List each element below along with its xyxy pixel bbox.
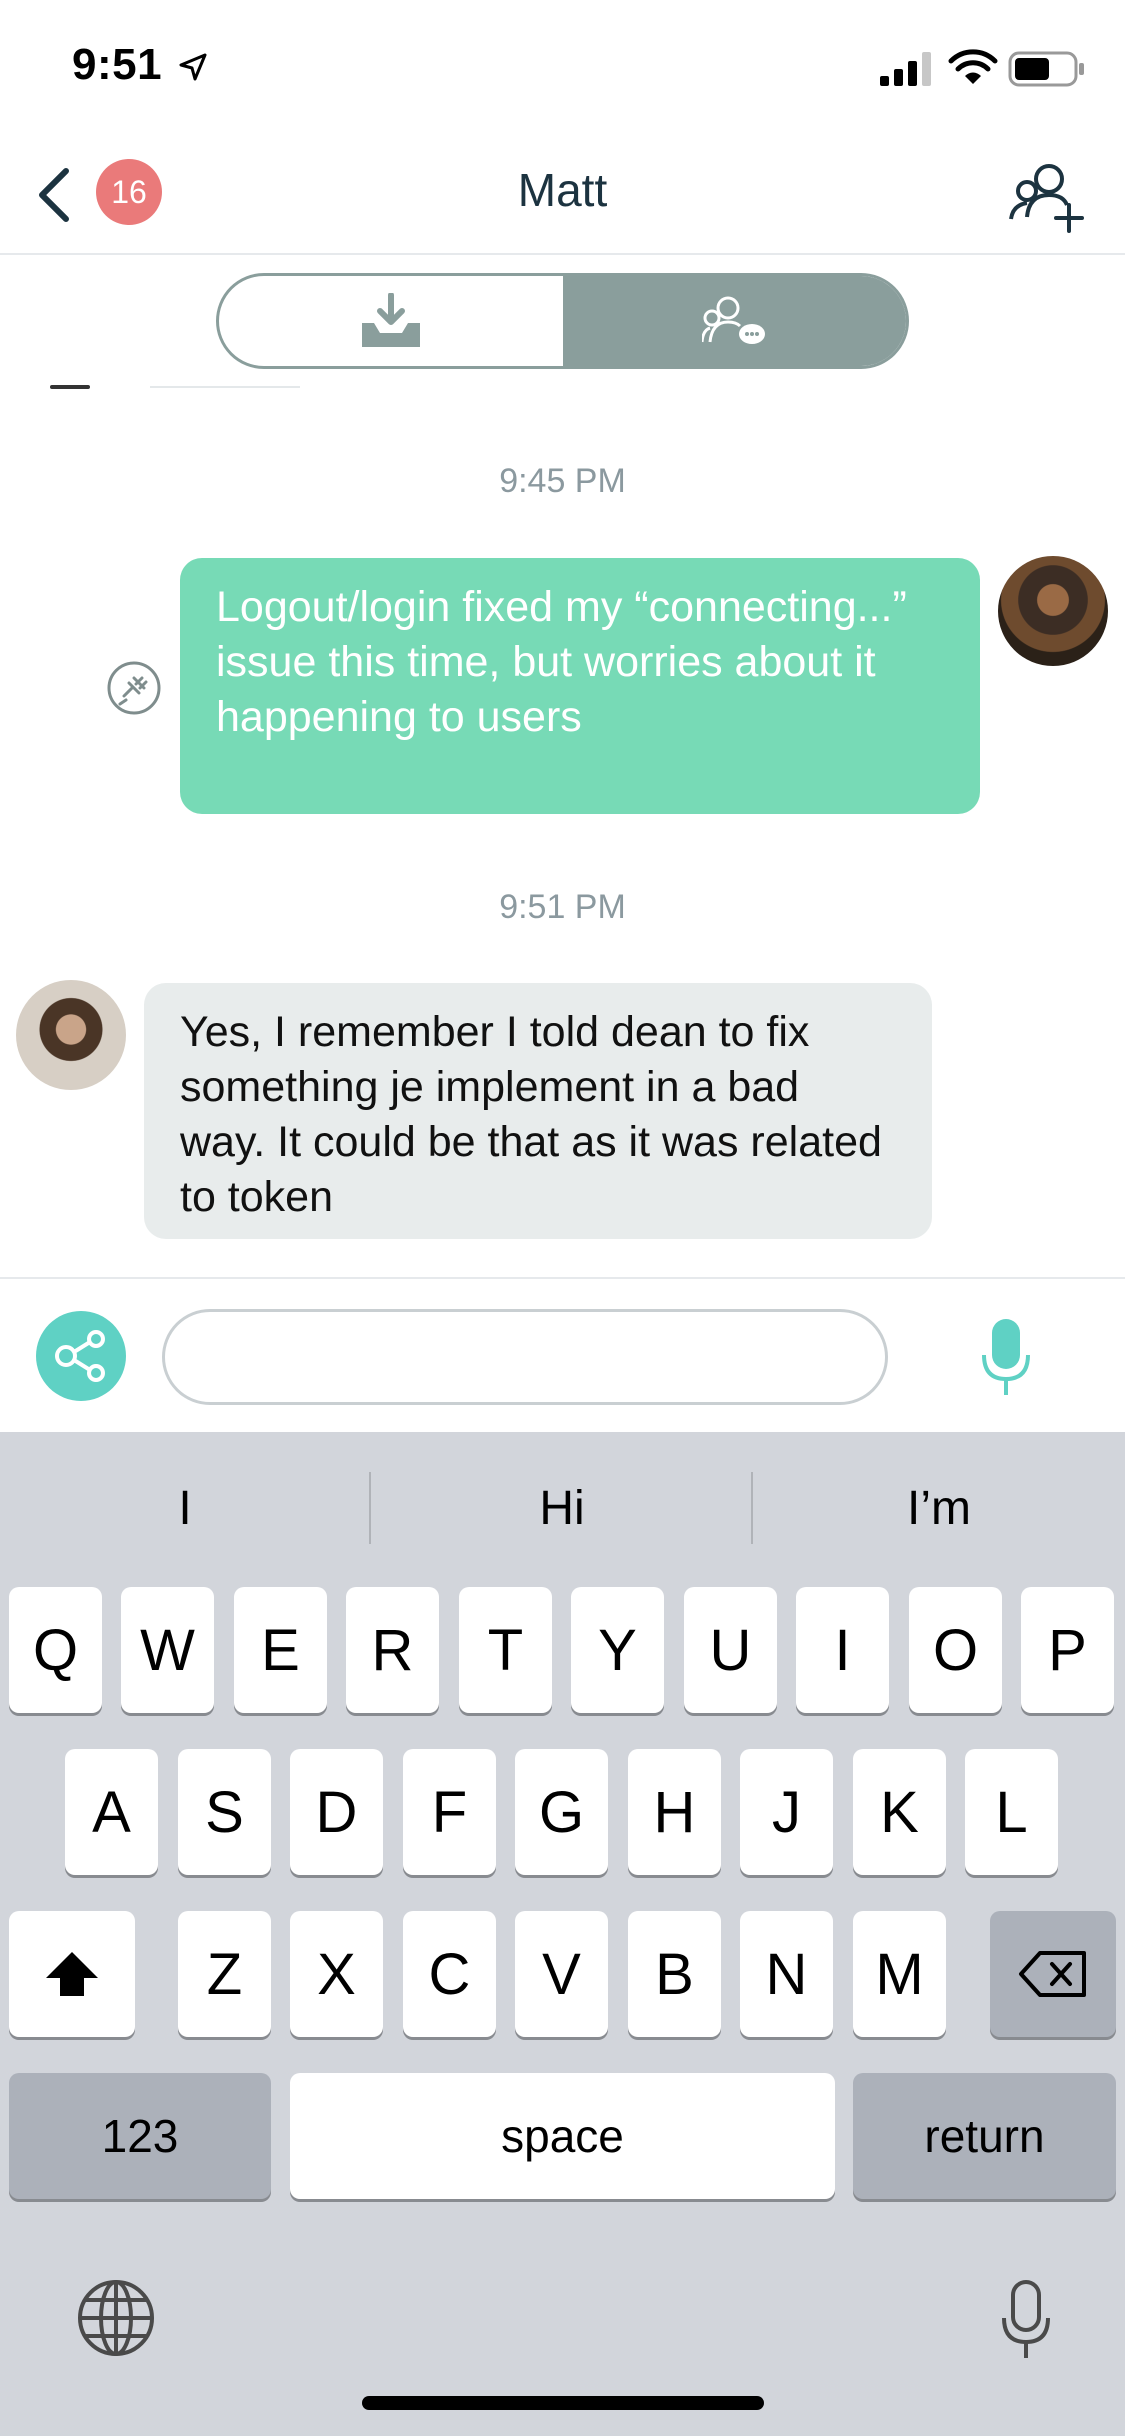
avatar[interactable]: [998, 556, 1108, 666]
key-i[interactable]: I: [796, 1587, 889, 1713]
message-composer: [0, 1277, 1125, 1432]
key-k[interactable]: K: [853, 1749, 946, 1875]
cellular-signal-icon: [880, 52, 931, 86]
status-time: 9:51: [72, 40, 163, 89]
delete-key[interactable]: [990, 1911, 1116, 2037]
key-r[interactable]: R: [346, 1587, 439, 1713]
battery-icon: [1008, 51, 1084, 87]
avatar[interactable]: [16, 980, 126, 1090]
numbers-key[interactable]: 123: [9, 2073, 271, 2199]
group-chat-icon: [702, 296, 766, 344]
globe-icon[interactable]: [76, 2278, 156, 2358]
backspace-icon: [1019, 1951, 1086, 1997]
inbox-download-icon: [361, 293, 420, 347]
scroll-remnant: [40, 385, 300, 389]
key-v[interactable]: V: [515, 1911, 608, 2037]
key-h[interactable]: H: [628, 1749, 721, 1875]
key-m[interactable]: M: [853, 1911, 946, 2037]
tab-inbox[interactable]: [219, 276, 563, 366]
key-g[interactable]: G: [515, 1749, 608, 1875]
key-w[interactable]: W: [121, 1587, 214, 1713]
key-e[interactable]: E: [234, 1587, 327, 1713]
key-c[interactable]: C: [403, 1911, 496, 2037]
home-indicator: [362, 2396, 764, 2410]
tab-group-chat[interactable]: [562, 276, 906, 366]
key-x[interactable]: X: [290, 1911, 383, 2037]
message-timestamp: 9:45 PM: [499, 462, 626, 500]
status-bar: 9:51: [0, 0, 1125, 135]
key-n[interactable]: N: [740, 1911, 833, 2037]
shift-arrow-icon: [46, 1952, 98, 1996]
key-b[interactable]: B: [628, 1911, 721, 2037]
prediction-suggestion[interactable]: Hi: [372, 1472, 752, 1546]
prediction-suggestion[interactable]: I: [0, 1472, 370, 1546]
location-arrow-icon: [179, 53, 207, 81]
space-key[interactable]: space: [290, 2073, 835, 2199]
prediction-suggestion[interactable]: I’m: [754, 1472, 1124, 1546]
microphone-icon[interactable]: [978, 1317, 1034, 1399]
key-s[interactable]: S: [178, 1749, 271, 1875]
prediction-bar: I Hi I’m: [0, 1432, 1125, 1584]
shift-key[interactable]: [9, 1911, 135, 2037]
key-p[interactable]: P: [1021, 1587, 1114, 1713]
key-o[interactable]: O: [909, 1587, 1002, 1713]
share-nodes-icon: [55, 1330, 105, 1382]
key-z[interactable]: Z: [178, 1911, 271, 2037]
outgoing-message-bubble[interactable]: Logout/login fixed my “connecting...” is…: [180, 558, 980, 814]
divider: [751, 1472, 753, 1544]
key-l[interactable]: L: [965, 1749, 1058, 1875]
view-segmented-control: [216, 273, 909, 369]
return-key[interactable]: return: [853, 2073, 1116, 2199]
key-t[interactable]: T: [459, 1587, 552, 1713]
key-u[interactable]: U: [684, 1587, 777, 1713]
divider: [369, 1472, 371, 1544]
key-d[interactable]: D: [290, 1749, 383, 1875]
microphone-icon[interactable]: [998, 2280, 1054, 2362]
plug-icon: [107, 661, 161, 715]
add-person-icon[interactable]: [1005, 155, 1085, 235]
key-f[interactable]: F: [403, 1749, 496, 1875]
nav-bar: 16 Matt: [0, 135, 1125, 255]
incoming-message-bubble[interactable]: Yes, I remember I told dean to fix somet…: [144, 983, 932, 1239]
key-a[interactable]: A: [65, 1749, 158, 1875]
key-j[interactable]: J: [740, 1749, 833, 1875]
share-button[interactable]: [36, 1311, 126, 1401]
key-q[interactable]: Q: [9, 1587, 102, 1713]
message-timestamp: 9:51 PM: [499, 888, 626, 926]
message-input[interactable]: [162, 1309, 888, 1405]
wifi-icon: [948, 49, 998, 84]
page-title: Matt: [517, 164, 608, 216]
key-y[interactable]: Y: [571, 1587, 664, 1713]
